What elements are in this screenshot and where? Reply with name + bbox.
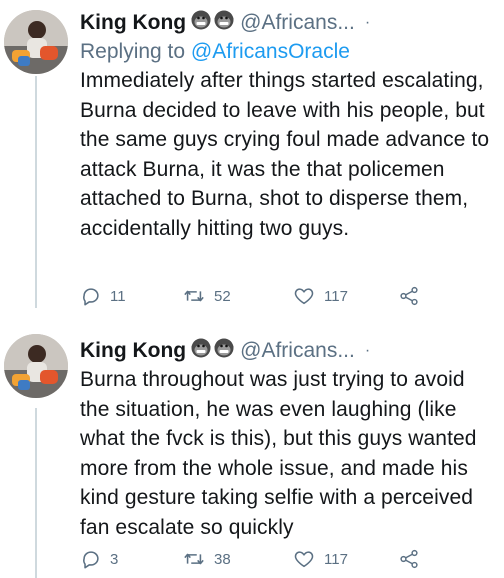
tweet-actions: 11 52 117 <box>80 285 420 307</box>
tweet-actions: 3 38 117 <box>80 548 420 570</box>
replying-to: Replying to @AfricansOracle <box>80 39 494 65</box>
reply-icon <box>80 285 110 307</box>
retweet-icon <box>182 285 214 307</box>
like-button[interactable]: 117 <box>292 548 348 570</box>
separator-dot: · <box>364 14 371 31</box>
replying-to-label: Replying to <box>80 40 191 63</box>
retweet-count: 52 <box>214 287 231 305</box>
tweet-header: King Kong @Africans... · <box>80 10 494 36</box>
replying-to-link[interactable]: @AfricansOracle <box>191 40 350 63</box>
retweet-icon <box>182 548 214 570</box>
tweet-text: Burna throughout was just trying to avoi… <box>80 368 477 539</box>
reply-icon <box>80 548 110 570</box>
reply-button[interactable]: 3 <box>80 548 118 570</box>
gorilla-emoji-icon <box>191 338 211 365</box>
like-count: 117 <box>324 287 348 305</box>
reply-count: 3 <box>110 550 119 568</box>
reply-button[interactable]: 11 <box>80 285 126 307</box>
tweet-text: Immediately after things started escalat… <box>80 69 490 240</box>
share-button[interactable] <box>398 548 428 570</box>
thread-line <box>35 408 37 578</box>
avatar[interactable] <box>4 334 68 398</box>
retweet-button[interactable]: 52 <box>182 285 231 307</box>
user-handle[interactable]: @Africans... <box>240 338 355 364</box>
gorilla-emoji-icon <box>214 338 234 365</box>
retweet-button[interactable]: 38 <box>182 548 231 570</box>
user-handle[interactable]: @Africans... <box>240 10 355 36</box>
share-button[interactable] <box>398 285 428 307</box>
like-button[interactable]: 117 <box>292 285 348 307</box>
share-icon <box>398 548 428 570</box>
avatar[interactable] <box>4 10 68 74</box>
gorilla-emoji-icon <box>191 10 211 37</box>
like-icon <box>292 548 324 570</box>
tweet-header: King Kong @Africans... · <box>80 338 494 364</box>
display-name[interactable]: King Kong <box>80 10 186 36</box>
reply-count: 11 <box>110 287 126 305</box>
like-count: 117 <box>324 550 348 568</box>
like-icon <box>292 285 324 307</box>
display-name[interactable]: King Kong <box>80 338 186 364</box>
separator-dot: · <box>364 342 371 359</box>
retweet-count: 38 <box>214 550 231 568</box>
thread-line <box>35 76 37 308</box>
gorilla-emoji-icon <box>214 10 234 37</box>
share-icon <box>398 285 428 307</box>
